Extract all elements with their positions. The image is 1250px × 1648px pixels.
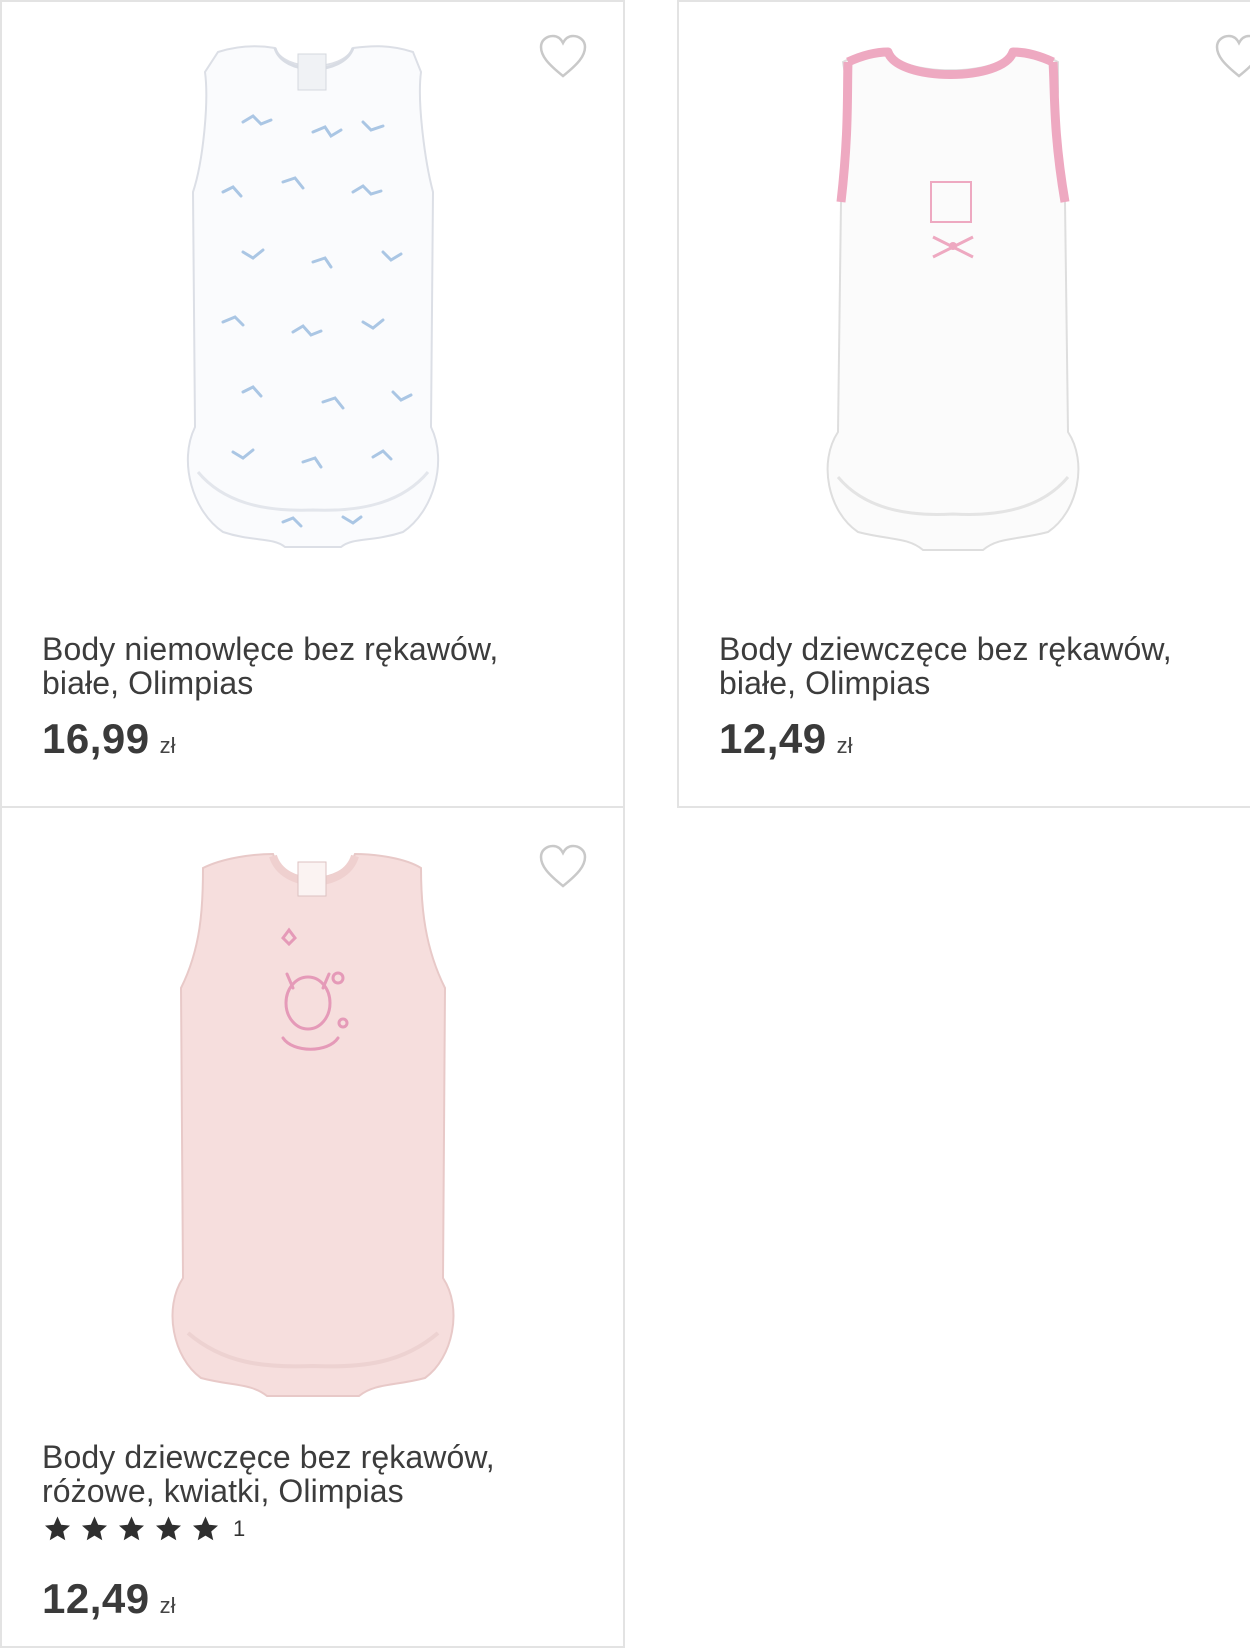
rating-count: 1 (233, 1516, 246, 1541)
product-title-line: Body dziewczęce bez rękawów, (719, 631, 1172, 667)
star-filled-icon (82, 1516, 107, 1541)
favorite-heart-icon[interactable] (1214, 34, 1250, 80)
product-image[interactable] (2, 838, 623, 1398)
favorite-heart-icon[interactable] (538, 34, 588, 80)
product-price: 12,49 zł (42, 1575, 176, 1623)
product-card[interactable]: Body dziewczęce bez rękawów, różowe, kwi… (0, 808, 625, 1648)
product-title[interactable]: Body dziewczęce bez rękawów, różowe, kwi… (42, 1440, 602, 1508)
price-value: 16,99 (42, 715, 150, 762)
bodysuit-image (826, 47, 1080, 551)
price-value: 12,49 (719, 715, 827, 762)
product-card[interactable]: Body dziewczęce bez rękawów, białe, Olim… (677, 0, 1250, 808)
favorite-heart-icon[interactable] (538, 844, 588, 890)
star-filled-icon (45, 1516, 70, 1541)
product-title-line: różowe, kwiatki, Olimpias (42, 1473, 404, 1509)
product-card[interactable]: Body niemowlęce bez rękawów, białe, Olim… (0, 0, 625, 808)
star-filled-icon (119, 1516, 144, 1541)
price-currency: zł (159, 733, 176, 758)
bodysuit-image (171, 852, 454, 1397)
product-title[interactable]: Body niemowlęce bez rękawów, białe, Olim… (42, 632, 602, 700)
bodysuit-image (186, 45, 439, 548)
product-price: 12,49 zł (719, 715, 853, 763)
rating[interactable]: 1 (42, 1514, 245, 1544)
product-image[interactable] (629, 32, 1250, 592)
product-price: 16,99 zł (42, 715, 176, 763)
star-filled-icon (193, 1516, 218, 1541)
product-title-line: Body niemowlęce bez rękawów, (42, 631, 499, 667)
price-currency: zł (836, 733, 853, 758)
product-title-line: Body dziewczęce bez rękawów, (42, 1439, 495, 1475)
star-filled-icon (156, 1516, 181, 1541)
price-value: 12,49 (42, 1575, 150, 1622)
product-image[interactable] (2, 32, 623, 592)
product-title-line: białe, Olimpias (719, 665, 931, 701)
price-currency: zł (159, 1593, 176, 1618)
product-title-line: białe, Olimpias (42, 665, 254, 701)
product-title[interactable]: Body dziewczęce bez rękawów, białe, Olim… (719, 632, 1250, 700)
